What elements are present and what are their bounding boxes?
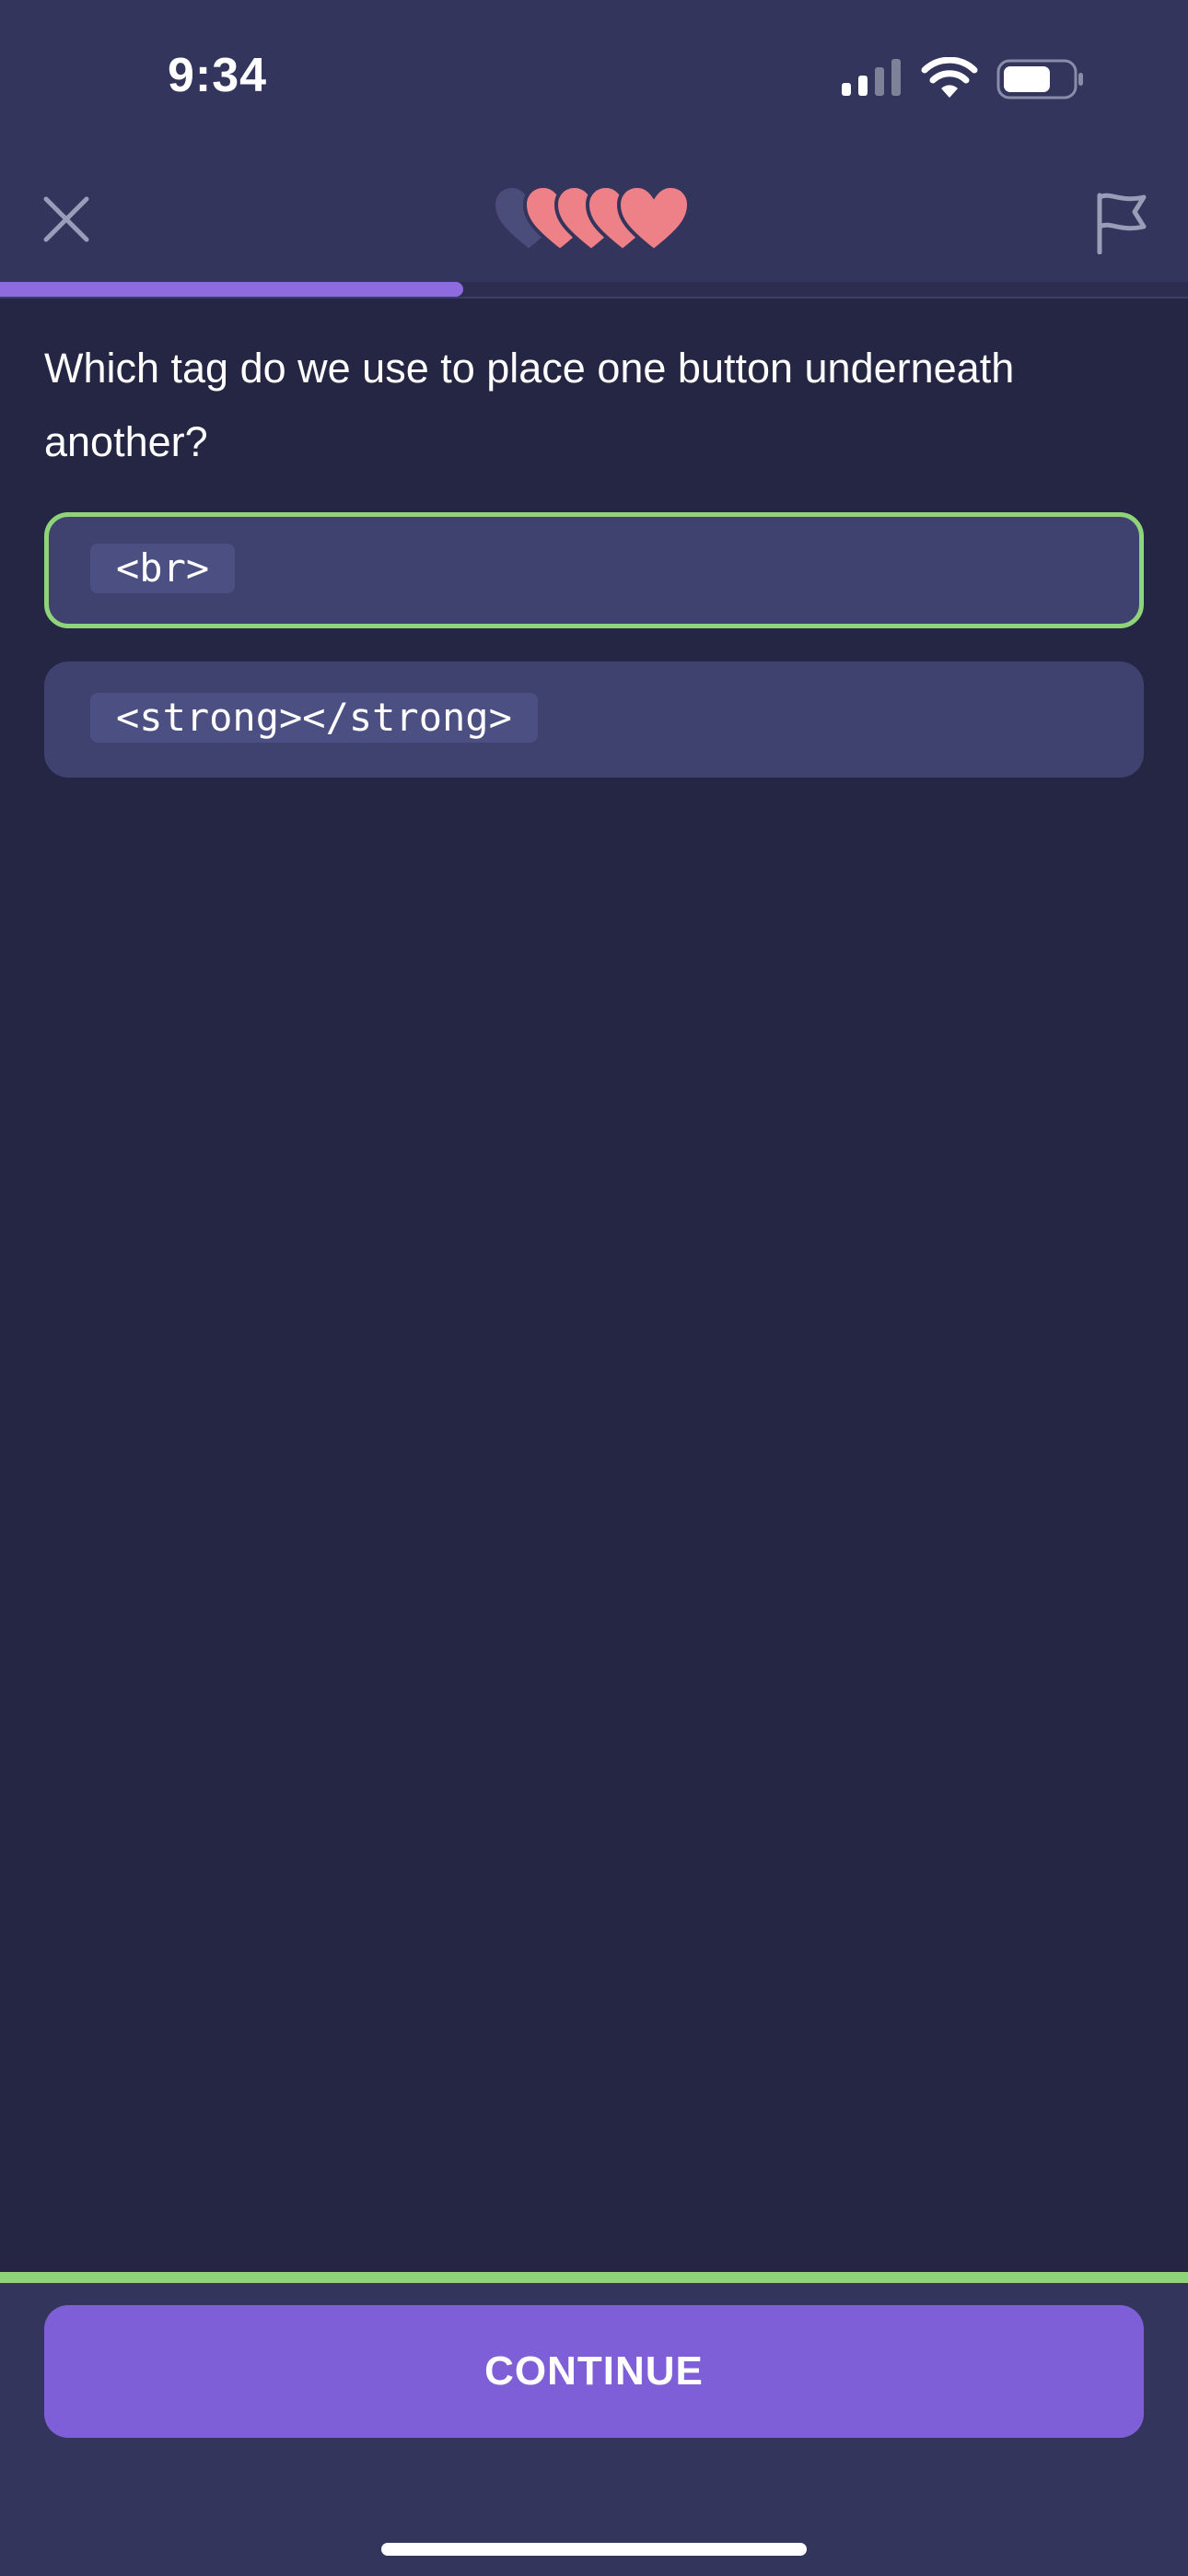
hearts-lives bbox=[494, 184, 692, 253]
bottom-bar: CONTINUE bbox=[0, 2272, 1188, 2576]
header-divider bbox=[0, 297, 1188, 299]
wifi-icon bbox=[921, 57, 978, 98]
lesson-progress-fill bbox=[0, 282, 464, 297]
screen: 9:34 Which tag do we use to place one bu… bbox=[0, 0, 1188, 2576]
answer-option-code: <strong></strong> bbox=[90, 693, 538, 743]
status-time: 9:34 bbox=[168, 49, 268, 102]
top-bar: 9:34 bbox=[0, 0, 1188, 297]
answer-option-br[interactable]: <br> bbox=[44, 512, 1144, 628]
answer-option-code: <br> bbox=[90, 544, 236, 593]
signal-icon bbox=[842, 59, 901, 96]
home-indicator[interactable] bbox=[381, 2543, 807, 2556]
battery-icon bbox=[996, 59, 1083, 100]
flag-icon[interactable] bbox=[1094, 190, 1149, 254]
close-icon[interactable] bbox=[41, 193, 92, 245]
answer-option-strong[interactable]: <strong></strong> bbox=[44, 662, 1144, 778]
continue-button[interactable]: CONTINUE bbox=[44, 2305, 1144, 2438]
question-text: Which tag do we use to place one button … bbox=[44, 345, 1015, 465]
correct-indicator-line bbox=[0, 2272, 1188, 2283]
lesson-progress-bar bbox=[0, 282, 1188, 297]
